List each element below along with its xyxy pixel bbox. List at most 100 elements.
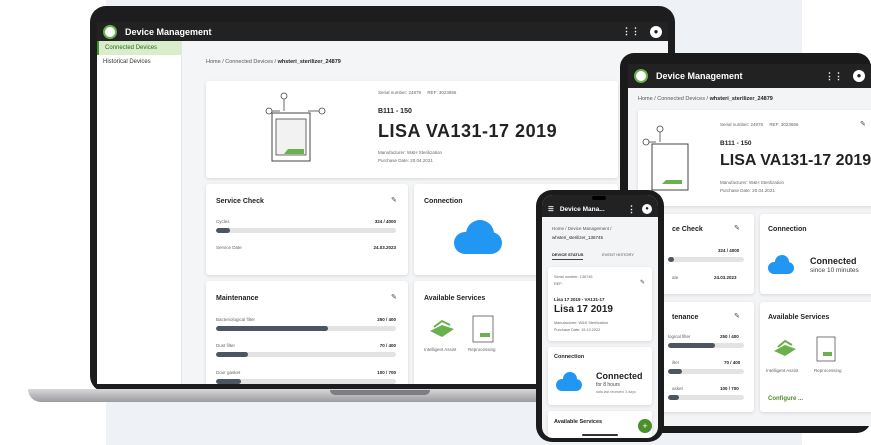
tablet-bact-progress [668,343,744,348]
phone-menu-icon[interactable]: ☰ [548,205,554,213]
add-fab-button[interactable]: + [638,419,652,433]
serial-label: Serial number: [378,90,408,95]
phone-connection-status: Connected [596,371,643,381]
maintenance-card: Maintenance ✎ Bacteriological filter 250… [206,281,408,384]
tablet-intelligent-assist-icon[interactable] [772,338,798,360]
phone-camera [592,196,606,200]
breadcrumb-home[interactable]: Home [206,59,221,65]
cycles-value: 324 / 4000 [374,219,396,224]
tablet-date-value: 24.03.2023 [714,275,737,280]
breadcrumb-device: whsteri_sterilizer_24879 [277,59,341,65]
gasket-progress [216,379,396,384]
phone-apps-grid-icon[interactable]: ⋮ [627,204,636,215]
ref-label: REF: [427,90,438,95]
manufacturer-label: Manufacturer: [378,150,406,155]
tablet-gasket-progress [668,395,744,400]
breadcrumb-separator: / [274,59,277,65]
service-label-assist: Intelligent Assist [424,347,457,352]
services-title: Available Services [424,295,486,302]
tablet-maintenance-title: tenance [672,314,699,321]
app-title: Device Management [125,26,212,37]
sidebar: Connected Devices Historical Devices [97,41,182,384]
maint-label-gasket: Door gasket [216,370,241,375]
maint-label-bact: Bacteriological filter [216,317,256,322]
tablet-screen: Device Management ⋮⋮ ● Home / Connected … [628,64,871,426]
tablet-breadcrumb: Home / Connected Devices / whsteri_steri… [638,96,773,102]
tablet-configure-link[interactable]: Configure ... [768,396,803,402]
maint-value-dust: 70 / 400 [379,343,396,348]
intelligent-assist-icon[interactable] [428,317,456,341]
connection-title: Connection [424,198,463,205]
maint-value-bact: 250 / 400 [377,317,396,322]
sterilizer-illustration [265,92,326,162]
phone-device-card: Serial number: 136745 REF: ✎ Lisa 17 201… [548,267,652,341]
phone-app-title: Device Mana... [559,205,605,213]
device-card: Serial number: 24879 REF: 3023656 B111 -… [206,81,618,178]
edit-maintenance-icon[interactable]: ✎ [391,293,397,301]
maint-value-gasket: 100 / 700 [377,370,396,375]
tablet-sterilizer-illustration [642,125,689,191]
tablet-device-card: Serial number: 24879 REF: 3023656 ✎ B111… [638,110,871,206]
phone-edit-device-icon[interactable]: ✎ [640,279,645,286]
tablet-apps-grid-icon[interactable]: ⋮⋮ [825,71,843,82]
tablet-connection-status: Connected [810,256,857,266]
breadcrumb: Home / Connected Devices / whsteri_steri… [206,59,341,65]
tablet-cycles-progress [668,257,744,262]
laptop-notch [330,390,430,395]
reprocessing-icon[interactable] [472,315,494,343]
logo-icon [103,24,117,39]
tablet-edit-maintenance-icon[interactable]: ✎ [734,312,740,320]
tablet-edit-service-icon[interactable]: ✎ [734,224,740,232]
phone-screen: ☰ Device Mana... ⋮ ● Home / Device Manag… [542,195,658,438]
home-indicator [582,434,618,436]
tablet-connection-card: Connection Connected since 10 minutes [760,214,871,294]
service-check-title: Service Check [216,198,264,205]
service-label-reprocessing: Reprocessing [468,347,496,352]
dust-progress [216,352,396,357]
tab-device-status[interactable]: DEVICE STATUS [552,252,584,260]
manufacturer-value: W&H Sterilization [407,150,443,155]
maint-label-dust: Dust filter [216,343,236,348]
user-avatar-icon[interactable]: ● [650,25,662,38]
tab-event-history[interactable]: EVENT HISTORY [602,252,634,257]
phone-breadcrumb-device: whsteri_sterilizer_136745 [552,235,604,240]
tablet-edit-device-icon[interactable]: ✎ [860,120,866,128]
phone-connection-note: data last received: 3 days [596,390,636,394]
cycles-label: Cycles [216,219,230,224]
model-code: B111 - 150 [378,108,412,115]
tablet-model-code: B111 - 150 [720,140,752,147]
tablet-connection-since: since 10 minutes [810,267,859,274]
app-bar: Device Management ⋮⋮ ● [97,22,668,41]
sidebar-item-connected-devices[interactable]: Connected Devices [97,41,181,55]
device-name: LISA VA131-17 2019 [378,121,558,141]
tablet-dust-progress [668,369,744,374]
service-check-card: Service Check ✎ Cycles 324 / 4000 Servic… [206,184,408,275]
phone-services-title: Available Services [554,419,603,425]
maintenance-title: Maintenance [216,295,259,302]
tablet-avatar-icon[interactable]: ● [853,70,865,82]
phone-connection-title: Connection [554,354,585,360]
service-date-value: 24.03.2023 [373,245,396,250]
phone-model-code: Lisa 17 2019 - VA131-17 [554,297,605,302]
purchase-value: 20.04.2021 [410,158,433,163]
purchase-label: Purchase Date: [378,158,410,163]
phone-device-name: Lisa 17 2019 [554,304,613,315]
tablet-connection-title: Connection [768,226,807,233]
tablet-app-bar: Device Management ⋮⋮ ● [628,64,871,88]
tablet-reprocessing-icon[interactable] [816,336,836,362]
serial-value: 24879 [408,90,422,95]
sidebar-item-historical-devices[interactable]: Historical Devices [97,55,181,69]
tablet-service-title: ce Check [672,226,703,233]
ref-value: 3023656 [438,90,457,95]
phone-breadcrumb: Home / Device Management / [552,226,612,231]
tablet-logo-icon [634,69,648,83]
apps-grid-icon[interactable]: ⋮⋮ [622,26,640,37]
cycles-progress [216,228,396,233]
tablet-app-title: Device Management [656,71,743,81]
tablet-services-title: Available Services [768,314,830,321]
tablet-cycles-value: 324 / 4000 [718,248,740,253]
edit-service-icon[interactable]: ✎ [391,196,397,204]
phone-avatar-icon[interactable]: ● [642,204,652,214]
breadcrumb-connected[interactable]: Connected Devices [225,59,273,65]
tablet-date-label: ate [672,275,679,280]
